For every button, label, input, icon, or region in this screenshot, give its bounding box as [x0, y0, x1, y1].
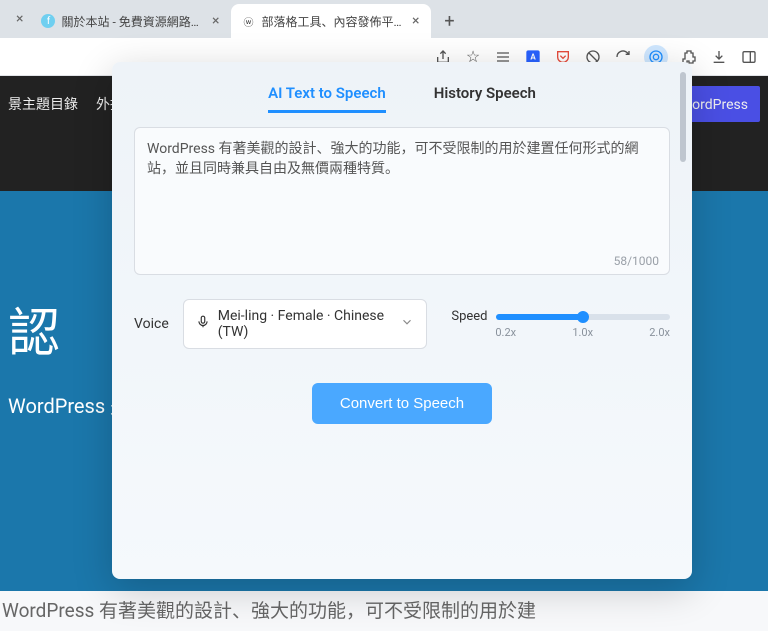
window-close-icon[interactable]: ×	[14, 11, 25, 27]
browser-tab[interactable]: f 關於本站 - 免費資源網路社群 ×	[31, 4, 231, 38]
speed-thumb[interactable]	[577, 311, 589, 323]
browser-tab[interactable]: ⓦ 部落格工具、內容發佈平台及 C ×	[231, 4, 431, 38]
nav-themes[interactable]: 景主題目錄	[8, 94, 78, 114]
speed-mid: 1.0x	[572, 326, 593, 339]
voice-select[interactable]: Mei-ling · Female · Chinese (TW)	[183, 299, 428, 349]
tts-textarea[interactable]	[135, 128, 669, 274]
favicon-icon: ⓦ	[241, 14, 255, 28]
convert-button[interactable]: Convert to Speech	[312, 383, 492, 424]
tab-history[interactable]: History Speech	[434, 80, 536, 113]
page-body-text: WordPress 有著美觀的設計、強大的功能，可不受限制的用於建	[0, 596, 768, 623]
speed-fill	[496, 314, 583, 320]
speed-slider[interactable]	[496, 314, 670, 320]
tab-close-icon[interactable]: ×	[410, 13, 421, 29]
voice-value: Mei-ling · Female · Chinese (TW)	[218, 308, 393, 340]
tab-title: 關於本站 - 免費資源網路社群	[61, 13, 204, 30]
tab-close-icon[interactable]: ×	[210, 13, 221, 29]
tts-extension-popup: AI Text to Speech History Speech 58/1000…	[112, 62, 692, 579]
download-icon[interactable]	[710, 48, 728, 66]
popup-tabs: AI Text to Speech History Speech	[134, 80, 670, 113]
speed-max: 2.0x	[649, 326, 670, 339]
char-count: 58/1000	[614, 254, 659, 268]
mic-icon	[196, 315, 210, 333]
new-tab-button[interactable]: +	[435, 7, 463, 35]
voice-label: Voice	[134, 316, 169, 332]
tab-title: 部落格工具、內容發佈平台及 C	[261, 13, 404, 30]
speed-min: 0.2x	[495, 326, 516, 339]
favicon-icon: f	[41, 14, 55, 28]
svg-text:A: A	[530, 52, 536, 61]
popup-scrollbar[interactable]	[680, 72, 686, 162]
chevron-down-icon	[400, 315, 414, 333]
browser-tab-strip: × f 關於本站 - 免費資源網路社群 × ⓦ 部落格工具、內容發佈平台及 C …	[0, 0, 768, 38]
tab-ai-tts[interactable]: AI Text to Speech	[268, 80, 386, 113]
text-input-area: 58/1000	[134, 127, 670, 275]
speed-label: Speed	[451, 309, 487, 324]
sidebar-icon[interactable]	[740, 48, 758, 66]
